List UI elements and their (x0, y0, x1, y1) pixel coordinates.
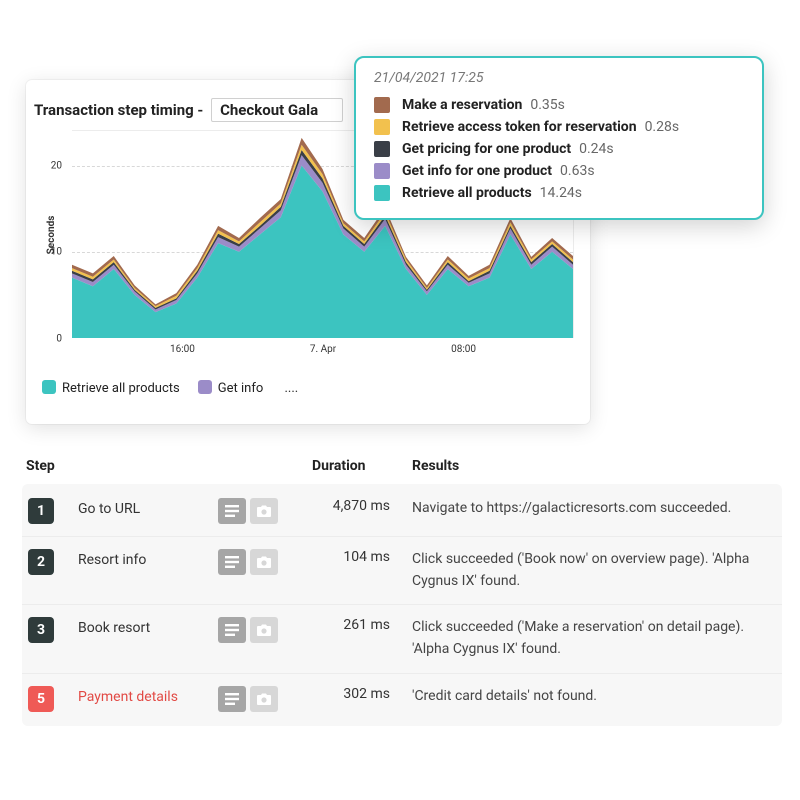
steps-table: Step Duration Results 1 Go to URL 4,870 ms… (22, 450, 782, 726)
y-tick: 0 (56, 334, 62, 345)
step-result: Click succeeded ('Book now' on overview … (412, 549, 770, 592)
x-tick: 7. Apr (310, 344, 336, 355)
step-actions (218, 549, 312, 575)
step-number-badge: 5 (28, 686, 54, 712)
step-name: Resort info (78, 549, 218, 568)
col-duration: Duration (312, 458, 412, 474)
legend-label: Get info (218, 381, 264, 396)
x-axis-ticks: 16:00 7. Apr 08:00 (72, 344, 574, 360)
legend-more: .... (284, 381, 298, 396)
legend-label: Retrieve all products (62, 381, 180, 396)
log-icon[interactable] (218, 549, 246, 575)
screenshot-icon[interactable] (250, 549, 278, 575)
table-row: 3 Book resort 261 msClick succeeded ('Make… (22, 604, 782, 672)
x-tick: 16:00 (170, 344, 195, 355)
legend-swatch (42, 380, 56, 394)
step-number-badge: 1 (28, 498, 54, 524)
tooltip-swatch (374, 141, 390, 157)
step-duration: 104 ms (312, 549, 412, 565)
step-result: 'Credit card details' not found. (412, 686, 770, 708)
tooltip-row: Get info for one product 0.63s (374, 160, 744, 182)
col-results: Results (412, 458, 770, 474)
y-tick: 20 (51, 160, 62, 171)
table-header: Step Duration Results (22, 450, 782, 484)
step-name: Book resort (78, 617, 218, 636)
tooltip-series-name: Get pricing for one product (402, 141, 571, 157)
chart-legend: Retrieve all products Get info .... (26, 360, 590, 406)
tooltip-series-name: Get info for one product (402, 163, 552, 179)
tooltip-row: Make a reservation 0.35s (374, 94, 744, 116)
legend-swatch (198, 380, 212, 394)
tooltip-row: Get pricing for one product 0.24s (374, 138, 744, 160)
step-name: Payment details (78, 686, 218, 705)
col-step: Step (26, 458, 78, 474)
step-number-badge: 2 (28, 549, 54, 575)
y-tick: 10 (51, 247, 62, 258)
tooltip-series-name: Retrieve access token for reservation (402, 119, 637, 135)
tooltip-swatch (374, 163, 390, 179)
chart-scenario-label: Checkout Gala (220, 101, 318, 119)
log-icon[interactable] (218, 498, 246, 524)
log-icon[interactable] (218, 686, 246, 712)
table-row: 5 Payment details 302 ms'Credit card detai… (22, 673, 782, 724)
tooltip-series-value: 0.28s (645, 119, 680, 135)
tooltip-series-name: Retrieve all products (402, 185, 532, 201)
chart-tooltip: 21/04/2021 17:25 Make a reservation 0.35s… (354, 56, 764, 220)
chart-scenario-dropdown[interactable]: Checkout Gala (211, 98, 343, 122)
step-result: Click succeeded ('Make a reservation' on… (412, 617, 770, 660)
step-number-badge: 3 (28, 617, 54, 643)
step-result: Navigate to https://galacticresorts.com … (412, 498, 770, 520)
step-actions (218, 617, 312, 643)
tooltip-series-name: Make a reservation (402, 97, 522, 113)
step-duration: 261 ms (312, 617, 412, 633)
log-icon[interactable] (218, 617, 246, 643)
table-row: 2 Resort info 104 msClick succeeded ('Book… (22, 536, 782, 604)
tooltip-series-value: 0.24s (579, 141, 614, 157)
step-actions (218, 686, 312, 712)
step-name: Go to URL (78, 498, 218, 517)
tooltip-series-value: 14.24s (540, 185, 582, 201)
table-row: 1 Go to URL 4,870 msNavigate to https://ga… (22, 486, 782, 536)
chart-title-prefix: Transaction step timing - (34, 101, 207, 119)
tooltip-row: Retrieve all products 14.24s (374, 182, 744, 204)
tooltip-series-value: 0.63s (560, 163, 595, 179)
tooltip-timestamp: 21/04/2021 17:25 (374, 70, 744, 86)
screenshot-icon[interactable] (250, 498, 278, 524)
x-tick: 08:00 (451, 344, 476, 355)
tooltip-swatch (374, 185, 390, 201)
tooltip-swatch (374, 97, 390, 113)
step-duration: 4,870 ms (312, 498, 412, 514)
step-duration: 302 ms (312, 686, 412, 702)
table-body: 1 Go to URL 4,870 msNavigate to https://ga… (22, 484, 782, 726)
tooltip-row: Retrieve access token for reservation 0.2… (374, 116, 744, 138)
screenshot-icon[interactable] (250, 686, 278, 712)
step-actions (218, 498, 312, 524)
screenshot-icon[interactable] (250, 617, 278, 643)
tooltip-series-value: 0.35s (530, 97, 565, 113)
tooltip-swatch (374, 119, 390, 135)
